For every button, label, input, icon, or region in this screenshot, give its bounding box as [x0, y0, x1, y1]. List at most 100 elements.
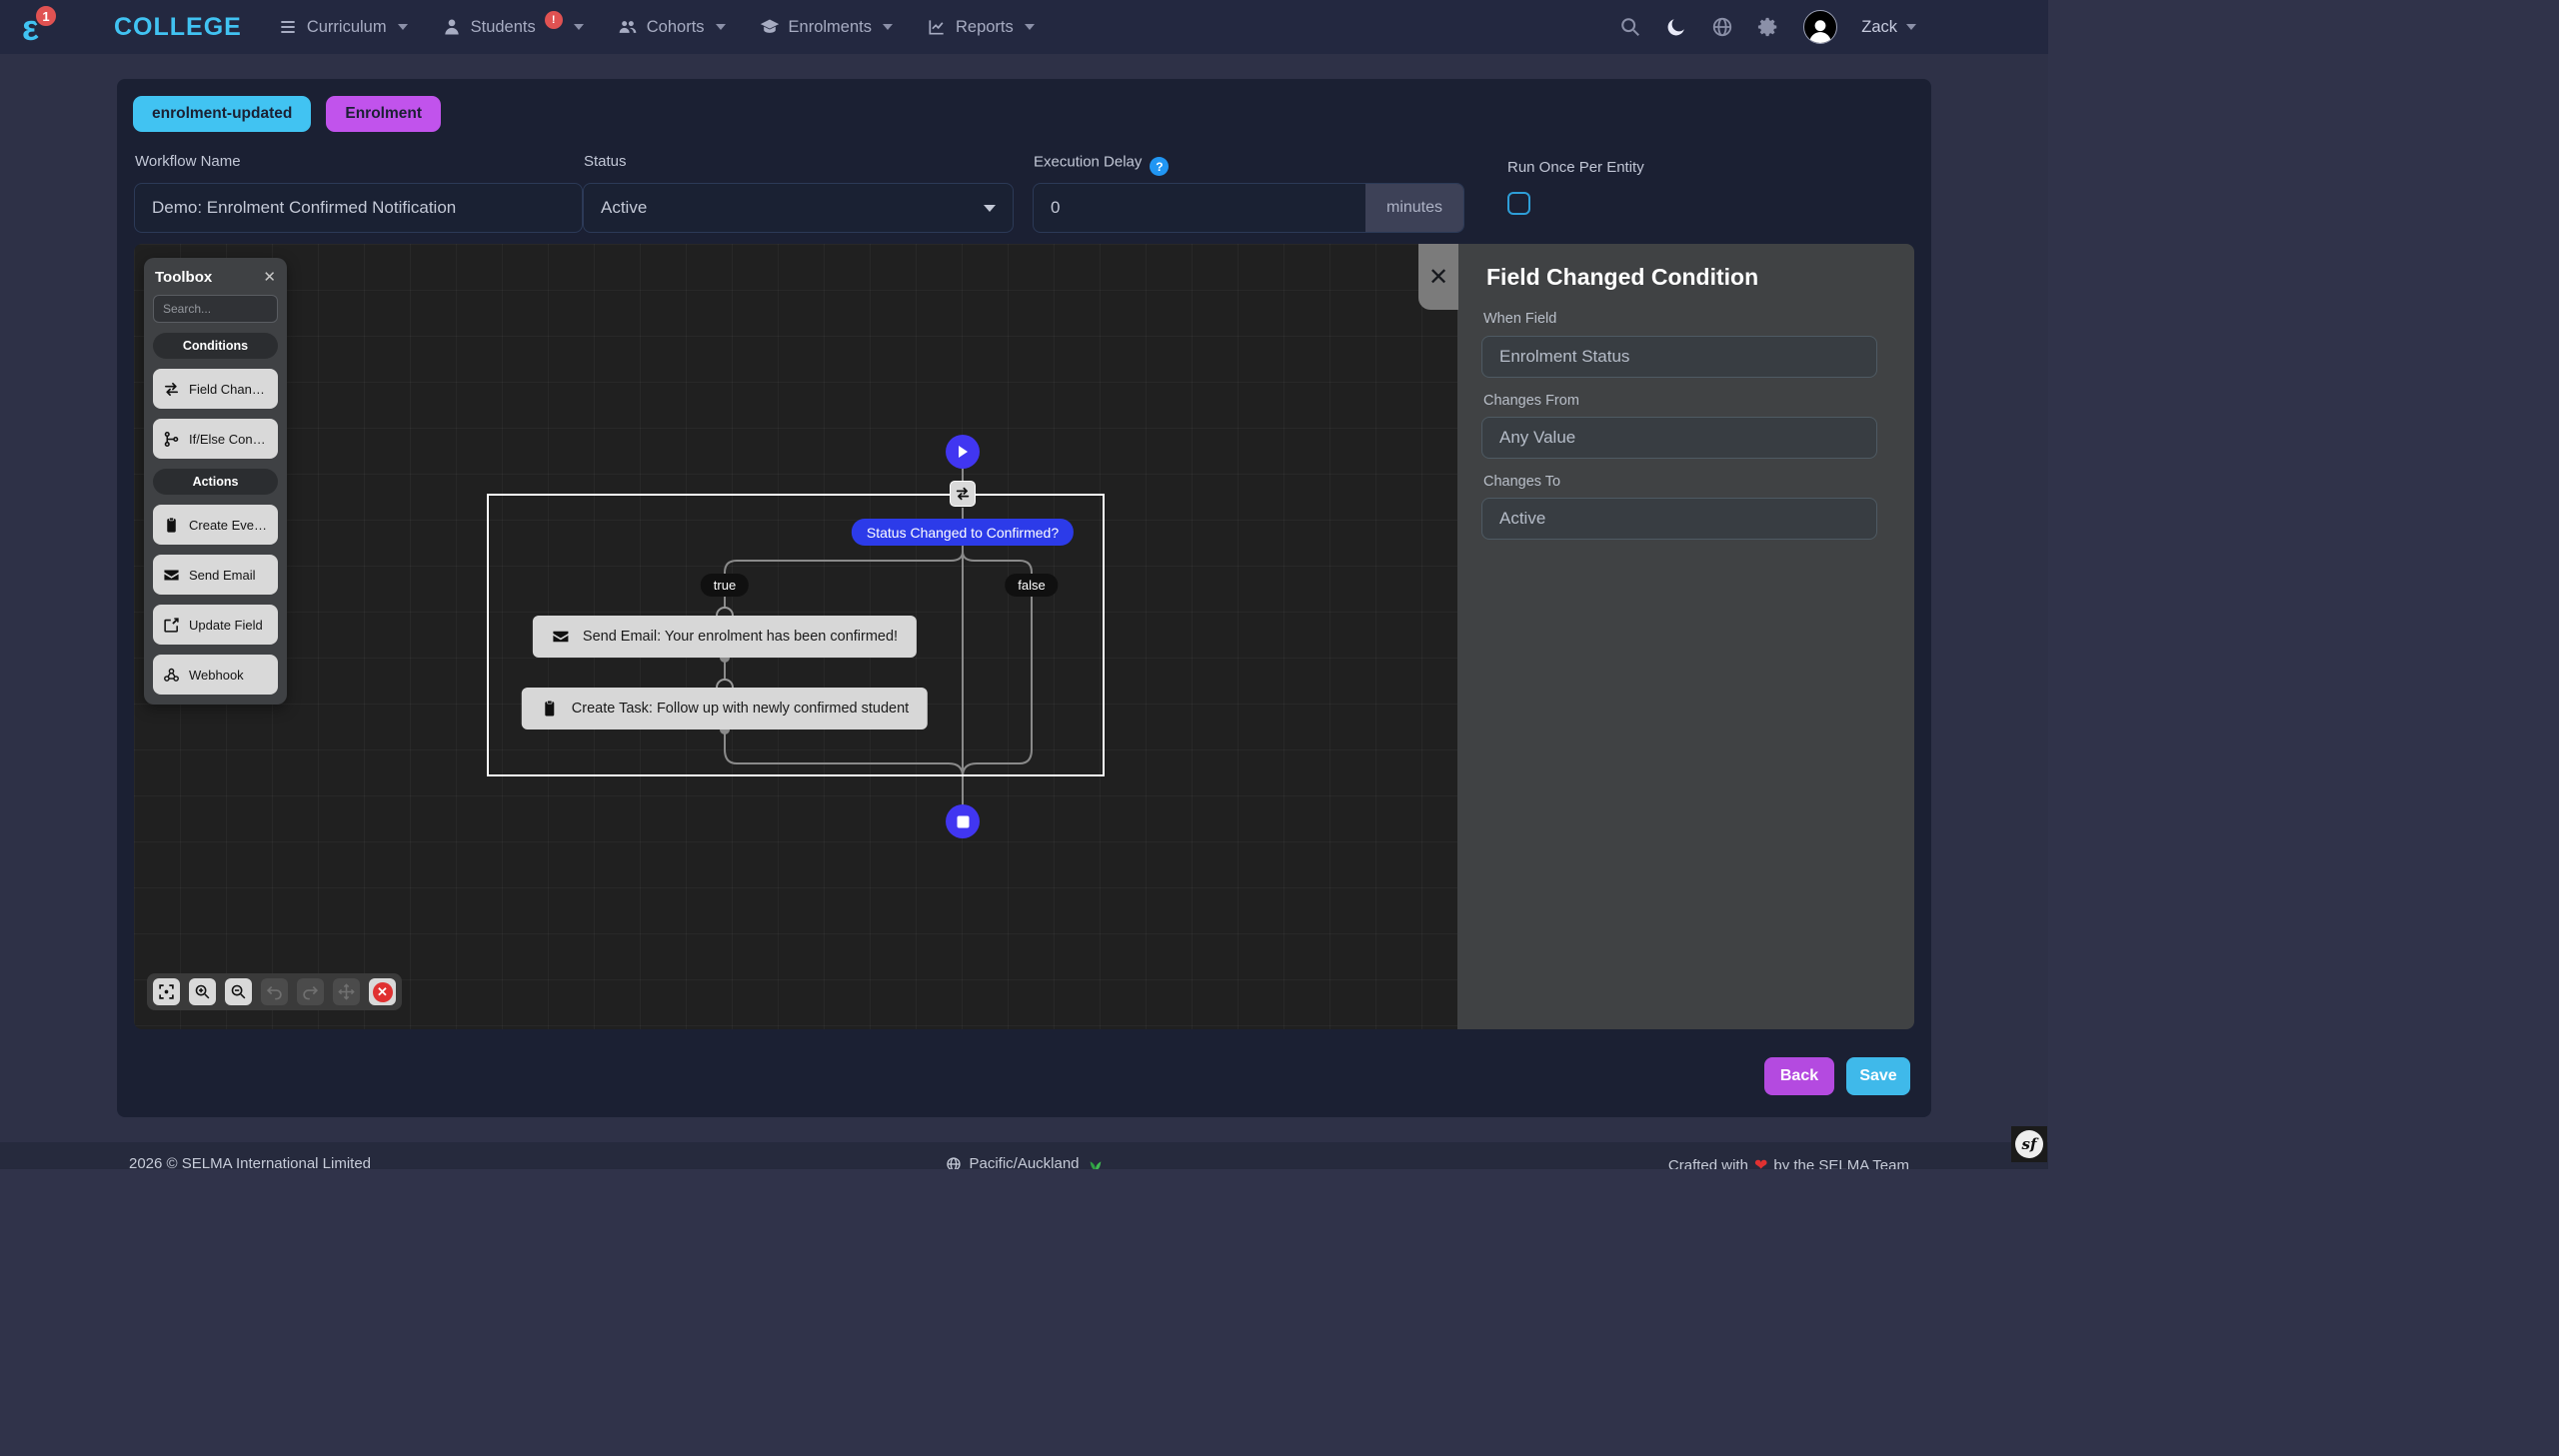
- branch-icon: [163, 431, 180, 448]
- help-icon[interactable]: ?: [1150, 157, 1169, 176]
- move-icon: [338, 983, 355, 1000]
- when-field-label: When Field: [1483, 311, 1556, 327]
- symfony-profiler-badge[interactable]: sf: [2011, 1126, 2047, 1162]
- zoom-in-button[interactable]: [189, 978, 216, 1005]
- fit-view-button[interactable]: [153, 978, 180, 1005]
- nav-item-enrolments[interactable]: Enrolments: [760, 17, 893, 37]
- swap-arrows-icon: [163, 381, 180, 398]
- symfony-logo-icon: sf: [2015, 1130, 2043, 1158]
- tag-entity: Enrolment: [326, 96, 441, 132]
- fit-view-icon: [158, 983, 175, 1000]
- zoom-out-icon: [230, 983, 247, 1000]
- toolbox-close-icon[interactable]: ✕: [263, 268, 276, 286]
- execution-delay-input[interactable]: 0 minutes: [1033, 183, 1464, 233]
- navbar-actions: Zack: [1619, 10, 2026, 44]
- flow-start-node[interactable]: [946, 435, 980, 469]
- zoom-in-icon: [194, 983, 211, 1000]
- people-icon: [618, 17, 638, 37]
- chevron-down-icon: [883, 24, 893, 30]
- gear-icon[interactable]: [1757, 16, 1779, 38]
- timezone-indicator: Pacific/Auckland: [945, 1155, 1103, 1169]
- nav-item-cohorts[interactable]: Cohorts: [618, 17, 726, 37]
- toolbox-section-actions: Actions: [153, 469, 278, 495]
- redo-button[interactable]: [297, 978, 324, 1005]
- avatar[interactable]: [1803, 10, 1837, 44]
- nav-item-students[interactable]: Students !: [442, 17, 584, 37]
- undo-button[interactable]: [261, 978, 288, 1005]
- app-logo[interactable]: ε 1: [22, 4, 68, 50]
- globe-icon: [945, 1156, 961, 1170]
- person-icon: [442, 17, 462, 37]
- leaf-icon: [1088, 1156, 1104, 1170]
- branch-false-label: false: [1005, 574, 1058, 597]
- execution-delay-label: Execution Delay?: [1034, 153, 1169, 172]
- flow-end-node[interactable]: [946, 804, 980, 838]
- globe-icon[interactable]: [1711, 16, 1733, 38]
- undo-icon: [266, 983, 283, 1000]
- chevron-down-icon: [1025, 24, 1035, 30]
- create-task-node[interactable]: Create Task: Follow up with newly confir…: [522, 688, 928, 729]
- zoom-out-button[interactable]: [225, 978, 252, 1005]
- delete-button[interactable]: ✕: [369, 978, 396, 1005]
- changes-to-label: Changes To: [1483, 474, 1560, 490]
- when-field-input[interactable]: Enrolment Status: [1481, 336, 1877, 378]
- changes-from-label: Changes From: [1483, 393, 1579, 409]
- branch-true-label: true: [701, 574, 749, 597]
- workflow-builder: Status Changed to Confirmed? true false …: [134, 244, 1914, 1029]
- heart-icon: ❤: [1754, 1155, 1767, 1169]
- pan-button[interactable]: [333, 978, 360, 1005]
- delete-icon: ✕: [373, 982, 393, 1002]
- toolbox-item-field-changed[interactable]: Field Chan…: [153, 369, 278, 409]
- copyright-text: 2026 © SELMA International Limited: [129, 1155, 371, 1169]
- back-button[interactable]: Back: [1764, 1057, 1834, 1095]
- redo-icon: [302, 983, 319, 1000]
- run-once-checkbox[interactable]: [1507, 192, 1530, 215]
- flow-canvas[interactable]: Status Changed to Confirmed? true false …: [134, 244, 1457, 1029]
- changes-to-input[interactable]: Active: [1481, 498, 1877, 540]
- graduation-cap-icon: [760, 17, 780, 37]
- webhook-icon: [163, 667, 180, 684]
- nav-item-curriculum[interactable]: Curriculum: [278, 17, 408, 37]
- changes-from-input[interactable]: Any Value: [1481, 417, 1877, 459]
- search-icon[interactable]: [1619, 16, 1641, 38]
- toolbox-search-input[interactable]: [153, 295, 278, 323]
- toolbox-section-conditions: Conditions: [153, 333, 278, 359]
- toolbox-item-webhook[interactable]: Webhook: [153, 655, 278, 695]
- run-once-label: Run Once Per Entity: [1507, 159, 1644, 176]
- toolbox-item-create-event[interactable]: Create Eve…: [153, 505, 278, 545]
- workflow-editor-card: enrolment-updated Enrolment Workflow Nam…: [117, 79, 1931, 1117]
- save-button[interactable]: Save: [1846, 1057, 1910, 1095]
- notification-count-badge: 1: [34, 4, 58, 28]
- panel-close-button[interactable]: ✕: [1418, 244, 1458, 310]
- dark-mode-toggle-icon[interactable]: [1665, 16, 1687, 38]
- menu-icon: [278, 17, 298, 37]
- toolbox-item-if-else[interactable]: If/Else Con…: [153, 419, 278, 459]
- workflow-name-label: Workflow Name: [135, 153, 241, 170]
- envelope-icon: [552, 628, 570, 646]
- workflow-name-input[interactable]: Demo: Enrolment Confirmed Notification: [134, 183, 583, 233]
- nav-item-reports[interactable]: Reports: [927, 17, 1035, 37]
- canvas-toolbar: ✕: [147, 973, 402, 1010]
- chevron-down-icon: [574, 24, 584, 30]
- condition-node[interactable]: Status Changed to Confirmed?: [852, 519, 1074, 546]
- workflow-tags: enrolment-updated Enrolment: [133, 96, 441, 132]
- top-navbar: ε 1 COLLEGE Curriculum Students ! Cohort…: [0, 0, 2048, 54]
- envelope-icon: [163, 567, 180, 584]
- stop-icon: [957, 815, 970, 828]
- edit-icon: [163, 617, 180, 634]
- chevron-down-icon: [398, 24, 408, 30]
- condition-settings-panel: Field Changed Condition When Field Enrol…: [1457, 244, 1914, 1029]
- avatar-silhouette-icon: [1807, 17, 1833, 43]
- user-menu[interactable]: Zack: [1861, 18, 1916, 37]
- toolbox-item-send-email[interactable]: Send Email: [153, 555, 278, 595]
- browser-viewport: ε 1 COLLEGE Curriculum Students ! Cohort…: [0, 0, 2048, 1169]
- chevron-down-icon: [1906, 24, 1916, 30]
- toolbox-panel: Toolbox ✕ Conditions Field Chan… If/Else…: [144, 258, 287, 705]
- students-alert-badge: !: [545, 11, 563, 29]
- status-select[interactable]: Active: [583, 183, 1014, 233]
- send-email-node[interactable]: Send Email: Your enrolment has been conf…: [533, 616, 917, 658]
- chevron-down-icon: [984, 205, 996, 212]
- toolbox-item-update-field[interactable]: Update Field: [153, 605, 278, 645]
- footer: 2026 © SELMA International Limited Pacif…: [0, 1142, 2048, 1169]
- field-changed-node-icon[interactable]: [950, 481, 976, 507]
